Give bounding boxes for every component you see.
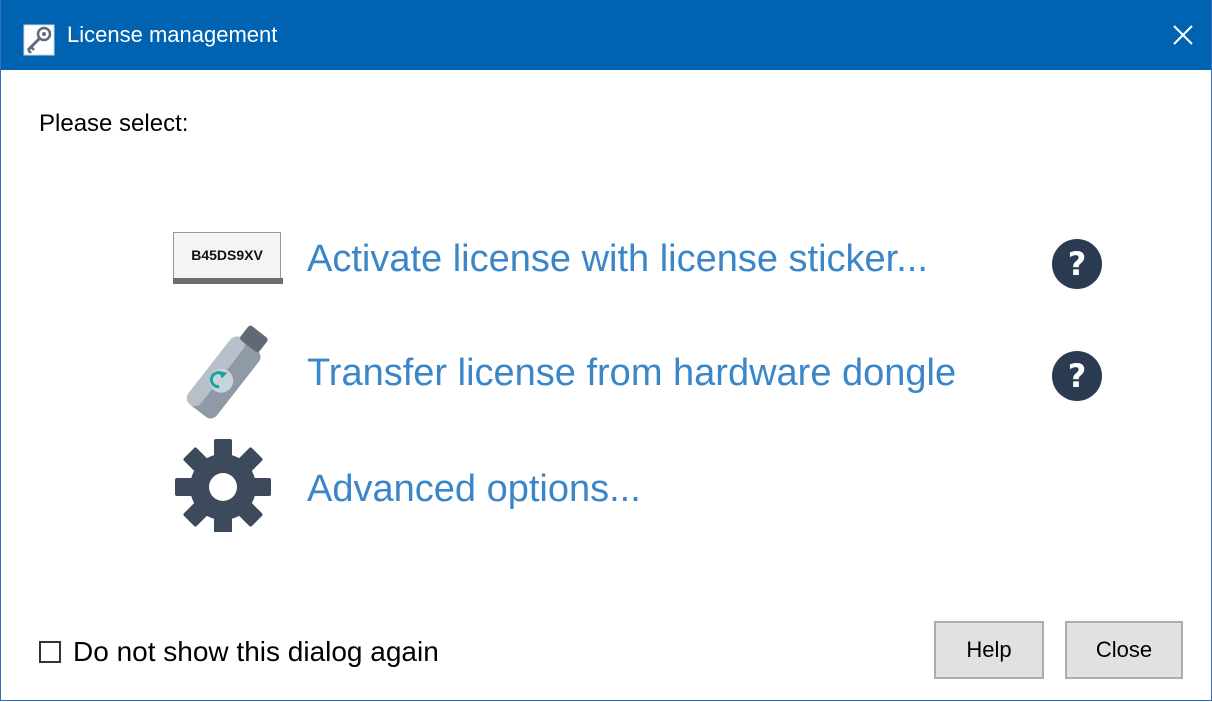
option-label[interactable]: Activate license with license sticker...	[307, 238, 928, 281]
option-advanced[interactable]: Advanced options...	[173, 432, 1073, 532]
window-title: License management	[67, 22, 278, 47]
dont-show-again-checkbox-row[interactable]: Do not show this dialog again	[39, 632, 439, 672]
usb-dongle-icon	[186, 325, 268, 419]
help-dongle-icon[interactable]: ?	[1052, 351, 1102, 401]
option-label[interactable]: Transfer license from hardware dongle	[307, 352, 956, 395]
key-icon	[23, 24, 55, 56]
license-management-dialog: License management Please select: B45DS9…	[0, 0, 1212, 701]
checkbox-label[interactable]: Do not show this dialog again	[73, 636, 439, 668]
window-close-button[interactable]	[1155, 0, 1211, 70]
close-button[interactable]: Close	[1065, 621, 1183, 679]
title-bar: License management	[1, 0, 1211, 70]
dont-show-again-checkbox[interactable]	[39, 641, 61, 663]
help-button[interactable]: Help	[934, 621, 1044, 679]
help-sticker-icon[interactable]: ?	[1052, 239, 1102, 289]
option-activate-sticker[interactable]: B45DS9XV Activate license with license s…	[173, 214, 1073, 314]
gear-icon	[175, 439, 271, 532]
prompt-label: Please select:	[39, 110, 189, 137]
license-sticker-icon: B45DS9XV	[173, 232, 283, 286]
sticker-code: B45DS9XV	[191, 247, 263, 263]
option-label[interactable]: Advanced options...	[307, 468, 641, 511]
close-icon	[1173, 25, 1193, 45]
option-transfer-dongle[interactable]: Transfer license from hardware dongle	[173, 322, 1073, 422]
